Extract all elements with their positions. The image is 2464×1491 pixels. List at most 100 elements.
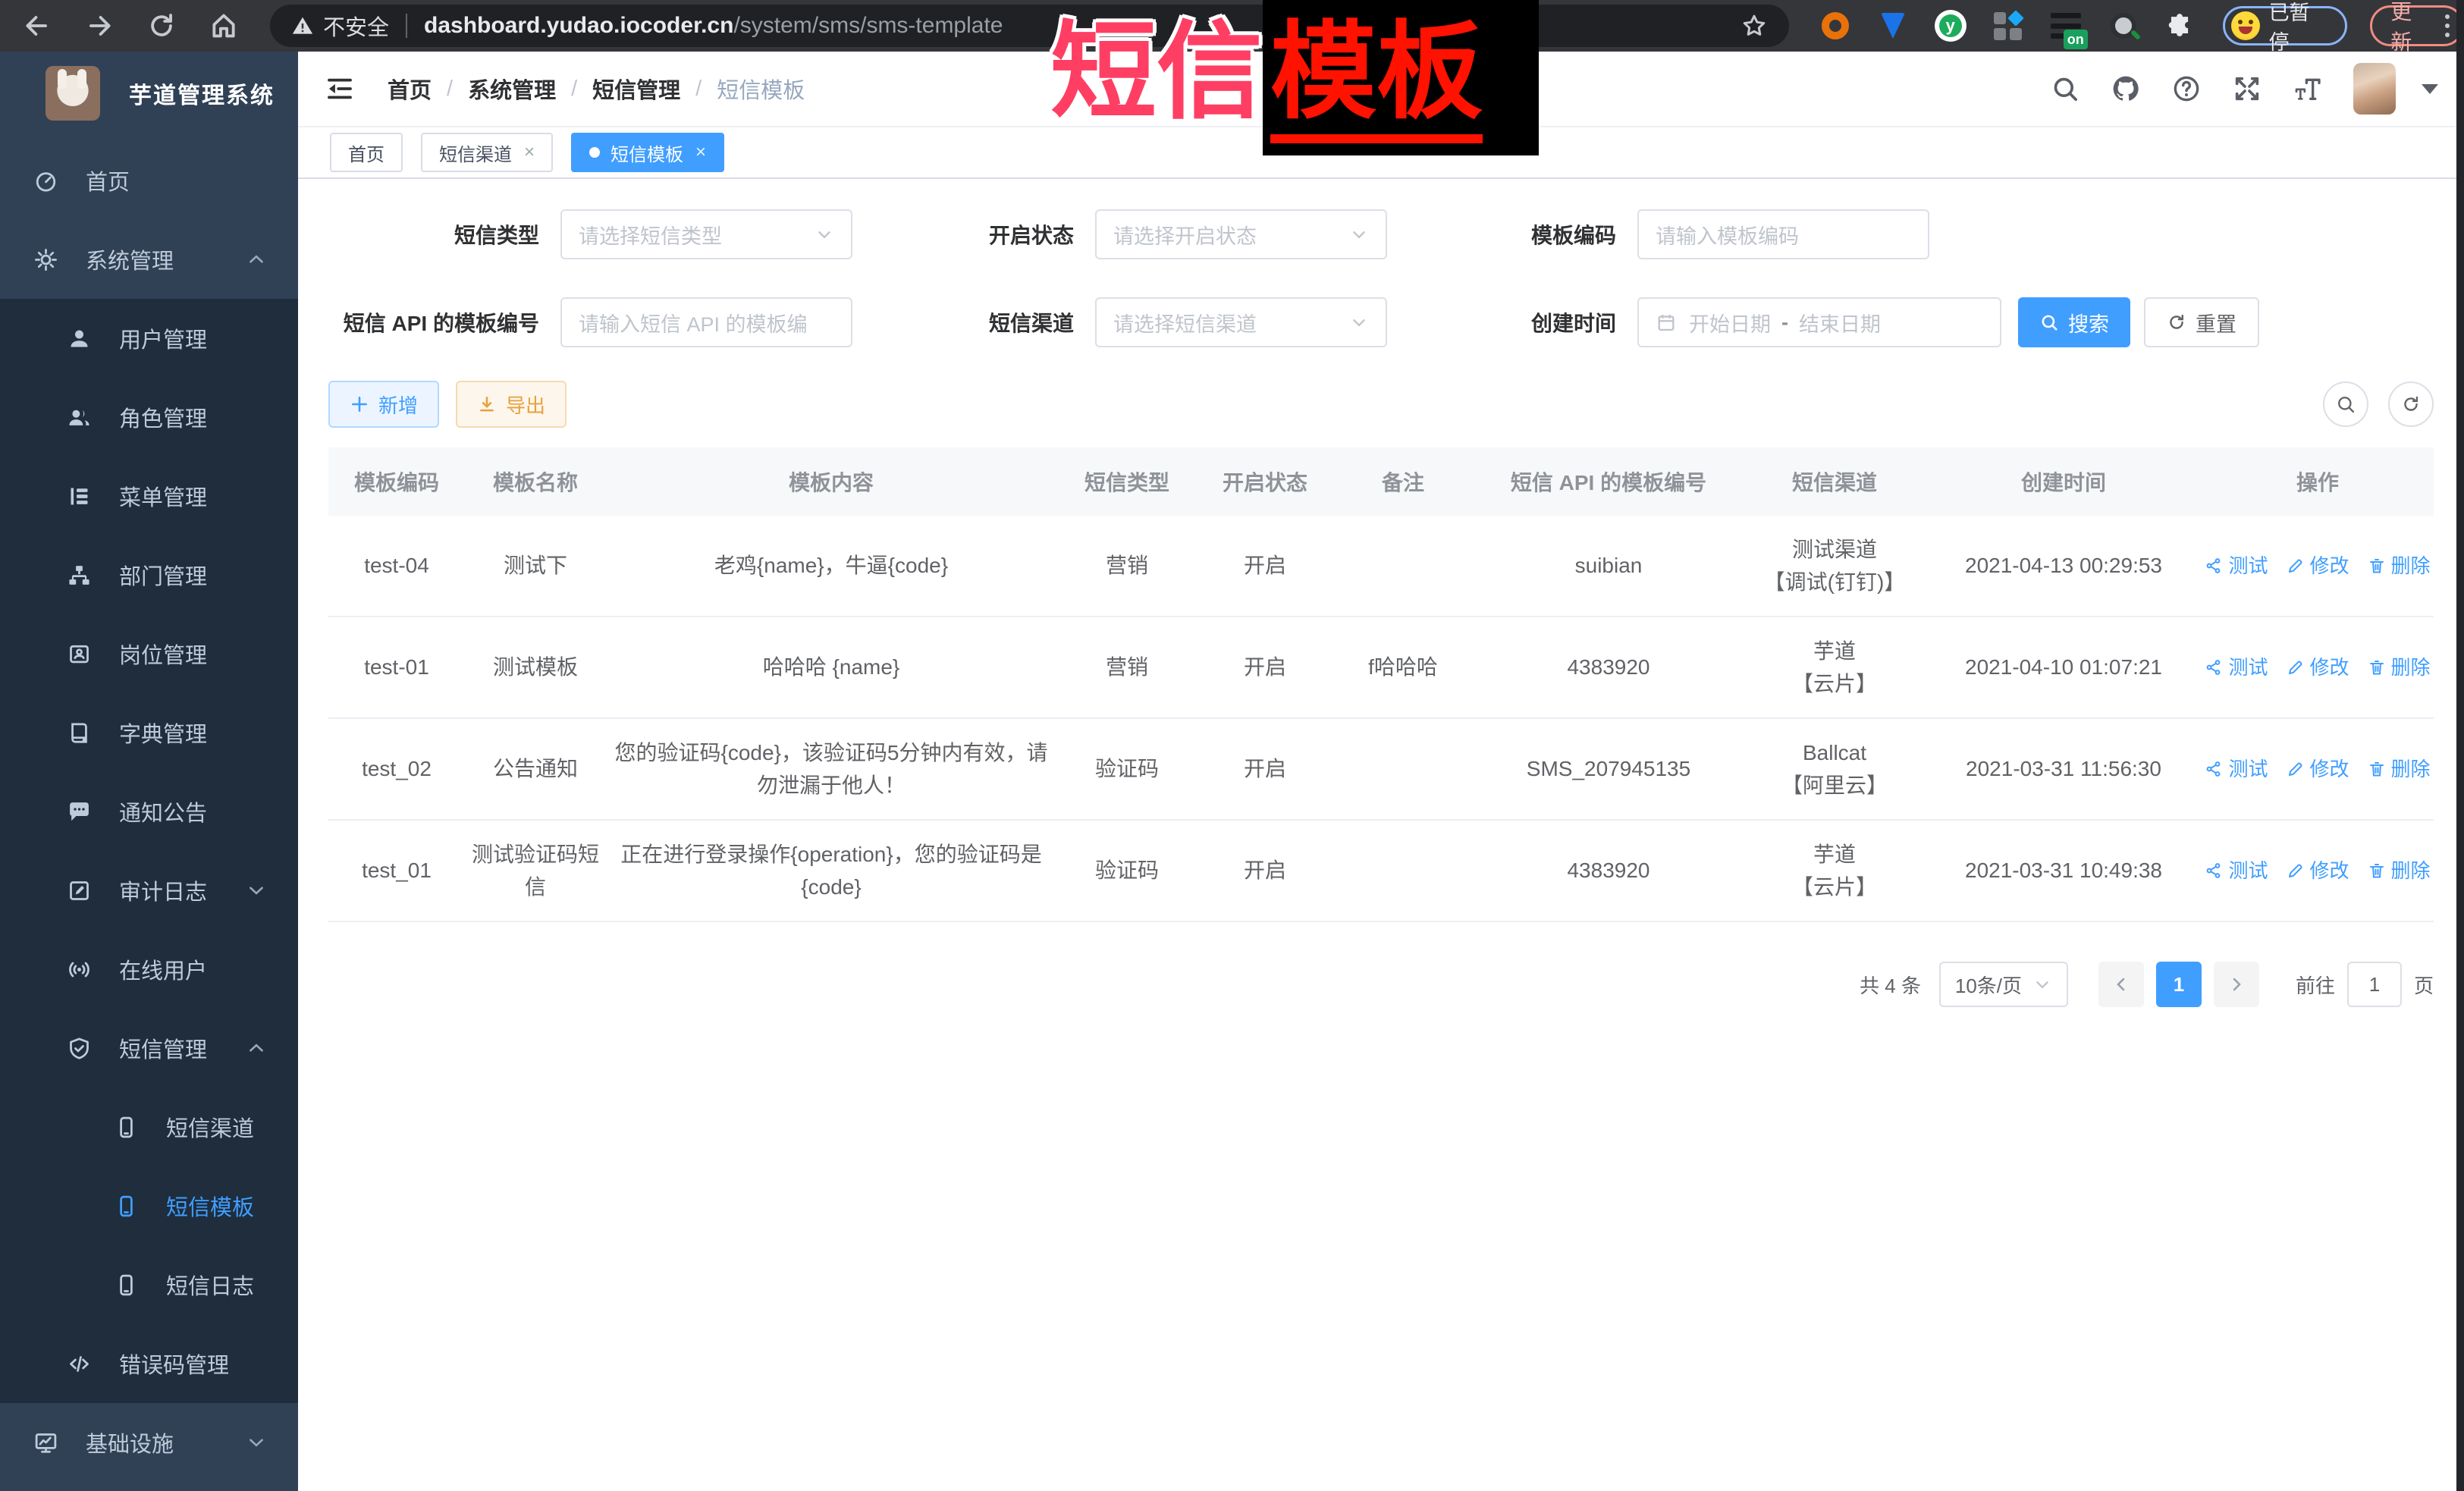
browser-update-button[interactable]: 更新 xyxy=(2370,5,2464,46)
security-warning[interactable]: 不安全 xyxy=(291,10,389,42)
tab-sms-template[interactable]: 短信模板 × xyxy=(571,133,724,172)
breadcrumb-item[interactable]: 系统管理 xyxy=(468,73,556,105)
column-header: 短信 API 的模板编号 xyxy=(1474,466,1744,497)
sidebar-item-roles[interactable]: 角色管理 xyxy=(0,378,298,457)
breadcrumb-item[interactable]: 首页 xyxy=(388,73,432,105)
sidebar-item-menus[interactable]: 菜单管理 xyxy=(0,457,298,535)
sidebar-item-error-codes[interactable]: 错误码管理 xyxy=(0,1324,298,1403)
sms-channel-select[interactable]: 请选择短信渠道 xyxy=(1095,297,1387,347)
extension-orange-icon[interactable] xyxy=(1819,10,1851,42)
user-avatar[interactable] xyxy=(2353,63,2396,115)
address-bar[interactable]: 不安全 dashboard.yudao.iocoder.cn/system/sm… xyxy=(270,5,1789,47)
menu-tree-icon xyxy=(67,484,92,509)
sidebar-item-online-users[interactable]: 在线用户 xyxy=(0,930,298,1009)
column-header: 开启状态 xyxy=(1197,466,1332,497)
sidebar-item-sms-management[interactable]: 短信管理 xyxy=(0,1009,298,1088)
breadcrumb-item[interactable]: 短信管理 xyxy=(592,73,680,105)
browser-home-icon[interactable] xyxy=(209,11,238,40)
browser-profile-chip[interactable]: 已暂停 xyxy=(2223,6,2348,46)
refresh-table-button[interactable] xyxy=(2388,381,2434,427)
edit-link[interactable]: 修改 xyxy=(2287,754,2349,784)
test-link-label: 测试 xyxy=(2228,855,2268,886)
cell-name: 测试验证码短信 xyxy=(465,830,606,912)
font-size-icon[interactable] xyxy=(2293,74,2323,104)
bookmark-star-icon[interactable] xyxy=(1740,12,1768,39)
page-size-select[interactable]: 10条/页 xyxy=(1939,962,2068,1007)
delete-link[interactable]: 删除 xyxy=(2368,754,2431,784)
sidebar-item-users[interactable]: 用户管理 xyxy=(0,299,298,378)
url-text[interactable]: dashboard.yudao.iocoder.cn/system/sms/sm… xyxy=(424,13,1003,39)
column-header: 短信类型 xyxy=(1056,466,1197,497)
sidebar-item-audit-log[interactable]: 审计日志 xyxy=(0,851,298,930)
tab-home[interactable]: 首页 xyxy=(330,133,403,172)
sidebar-item-sms-template[interactable]: 短信模板 xyxy=(0,1166,298,1245)
search-button[interactable]: 搜索 xyxy=(2018,297,2130,347)
sidebar-item-dict[interactable]: 字典管理 xyxy=(0,693,298,772)
close-icon[interactable]: × xyxy=(695,143,706,162)
test-link[interactable]: 测试 xyxy=(2205,652,2268,683)
test-link[interactable]: 测试 xyxy=(2205,754,2268,784)
prev-page-button[interactable] xyxy=(2098,962,2144,1007)
close-icon[interactable]: × xyxy=(524,143,535,162)
browser-reload-icon[interactable] xyxy=(147,11,176,40)
table-tools xyxy=(2323,381,2434,427)
sidebar-item-home[interactable]: 首页 xyxy=(0,141,298,220)
sms-type-select[interactable]: 请选择短信类型 xyxy=(560,209,852,259)
search-icon[interactable] xyxy=(2050,74,2080,104)
export-button[interactable]: 导出 xyxy=(456,381,567,428)
extension-y-icon[interactable]: y xyxy=(1935,10,1966,42)
share-icon xyxy=(2205,557,2223,575)
delete-link[interactable]: 删除 xyxy=(2368,855,2431,886)
date-range-picker[interactable]: 开始日期 - 结束日期 xyxy=(1637,297,2001,347)
fullscreen-icon[interactable] xyxy=(2232,74,2262,104)
avatar-caret-icon[interactable] xyxy=(2422,84,2438,94)
cell-channel: 芋道【云片】 xyxy=(1744,830,1926,912)
api-template-input[interactable]: 请输入短信 API 的模板编 xyxy=(560,297,852,347)
sidebar-item-system[interactable]: 系统管理 xyxy=(0,220,298,299)
extension-lens-icon[interactable] xyxy=(2108,10,2139,42)
page-number-current[interactable]: 1 xyxy=(2156,962,2202,1007)
test-link[interactable]: 测试 xyxy=(2205,551,2268,581)
extensions-puzzle-icon[interactable] xyxy=(2165,11,2194,40)
sidebar-fold-icon[interactable] xyxy=(324,73,356,105)
column-header: 模板名称 xyxy=(465,466,606,497)
add-button[interactable]: 新增 xyxy=(328,381,439,428)
next-page-button[interactable] xyxy=(2214,962,2259,1007)
edit-link[interactable]: 修改 xyxy=(2287,652,2349,683)
extension-list-icon[interactable]: on xyxy=(2050,10,2082,42)
goto-page-input[interactable]: 1 xyxy=(2347,962,2402,1007)
cell-created: 2021-04-13 00:29:53 xyxy=(1926,541,2202,589)
reset-button[interactable]: 重置 xyxy=(2144,297,2259,347)
edit-link[interactable]: 修改 xyxy=(2287,855,2349,886)
sidebar-item-sms-log[interactable]: 短信日志 xyxy=(0,1245,298,1324)
cell-note xyxy=(1332,558,1474,573)
sidebar-item-departments[interactable]: 部门管理 xyxy=(0,535,298,614)
test-link[interactable]: 测试 xyxy=(2205,855,2268,886)
refresh-icon xyxy=(2400,394,2422,415)
status-select[interactable]: 请选择开启状态 xyxy=(1095,209,1387,259)
sidebar-item-sms-channel[interactable]: 短信渠道 xyxy=(0,1088,298,1166)
delete-link[interactable]: 删除 xyxy=(2368,551,2431,581)
sidebar-item-posts[interactable]: 岗位管理 xyxy=(0,614,298,693)
filter-row-2: 短信 API 的模板编号 请输入短信 API 的模板编 短信渠道 请选择短信渠道… xyxy=(328,297,2434,347)
sidebar-item-infrastructure[interactable]: 基础设施 xyxy=(0,1403,298,1482)
browser-forward-icon[interactable] xyxy=(85,11,114,40)
github-icon[interactable] xyxy=(2111,74,2141,104)
extension-grid-icon[interactable] xyxy=(1992,10,2024,42)
cell-created: 2021-04-10 01:07:21 xyxy=(1926,643,2202,691)
help-icon[interactable] xyxy=(2171,74,2202,104)
template-code-input[interactable]: 请输入模板编码 xyxy=(1637,209,1929,259)
cell-code: test-04 xyxy=(328,541,465,589)
system-submenu: 用户管理 角色管理 菜单管理 部门管理 岗位管理 xyxy=(0,299,298,1403)
browser-back-icon[interactable] xyxy=(23,11,52,40)
sidebar-item-notices[interactable]: 通知公告 xyxy=(0,772,298,851)
extension-pin-icon[interactable] xyxy=(1877,10,1909,42)
edit-link[interactable]: 修改 xyxy=(2287,551,2349,581)
browser-menu-icon[interactable] xyxy=(2445,14,2450,37)
hide-search-button[interactable] xyxy=(2323,381,2368,427)
delete-link[interactable]: 删除 xyxy=(2368,652,2431,683)
tab-sms-channel[interactable]: 短信渠道 × xyxy=(421,133,553,172)
monitor-icon xyxy=(33,1430,58,1455)
chevron-left-icon xyxy=(2112,975,2130,993)
status-label: 开启状态 xyxy=(884,219,1074,250)
